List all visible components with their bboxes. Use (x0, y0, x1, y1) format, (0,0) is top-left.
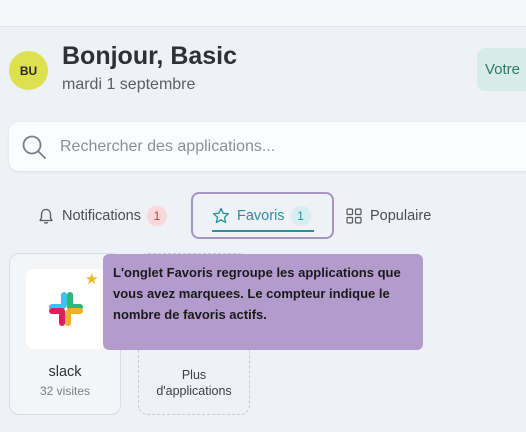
search-input[interactable] (58, 136, 462, 157)
search-bar[interactable] (9, 122, 526, 171)
app-visits: 32 visites (39, 384, 91, 398)
avatar[interactable]: BU (9, 51, 48, 90)
more-apps-label: Plus d'applications (156, 368, 232, 398)
tab-notifications-label: Notifications (62, 208, 141, 224)
grid-icon (346, 208, 362, 224)
page-title: Bonjour, Basic (62, 42, 238, 70)
bell-icon (39, 208, 53, 224)
search-icon (22, 135, 46, 159)
app-name: slack (48, 364, 82, 380)
active-tab-indicator (212, 230, 314, 232)
onboarding-tooltip: L'onglet Favoris regroupe les applicatio… (103, 254, 423, 350)
tab-popular-label: Populaire (370, 208, 432, 224)
tab-favorites[interactable]: Favoris 1 (212, 203, 311, 229)
star-outline-icon (212, 207, 230, 224)
favorites-count-badge: 1 (290, 206, 311, 226)
vote-button[interactable]: Votre (477, 48, 526, 91)
top-bar (0, 0, 526, 27)
tab-favorites-label: Favoris (237, 208, 285, 224)
tab-notifications[interactable]: Notifications 1 (38, 203, 167, 229)
date-label: mardi 1 septembre (62, 76, 196, 93)
favorite-star-icon[interactable]: ★ (85, 272, 98, 287)
notifications-count-badge: 1 (146, 206, 167, 226)
tab-popular[interactable]: Populaire (346, 203, 431, 229)
